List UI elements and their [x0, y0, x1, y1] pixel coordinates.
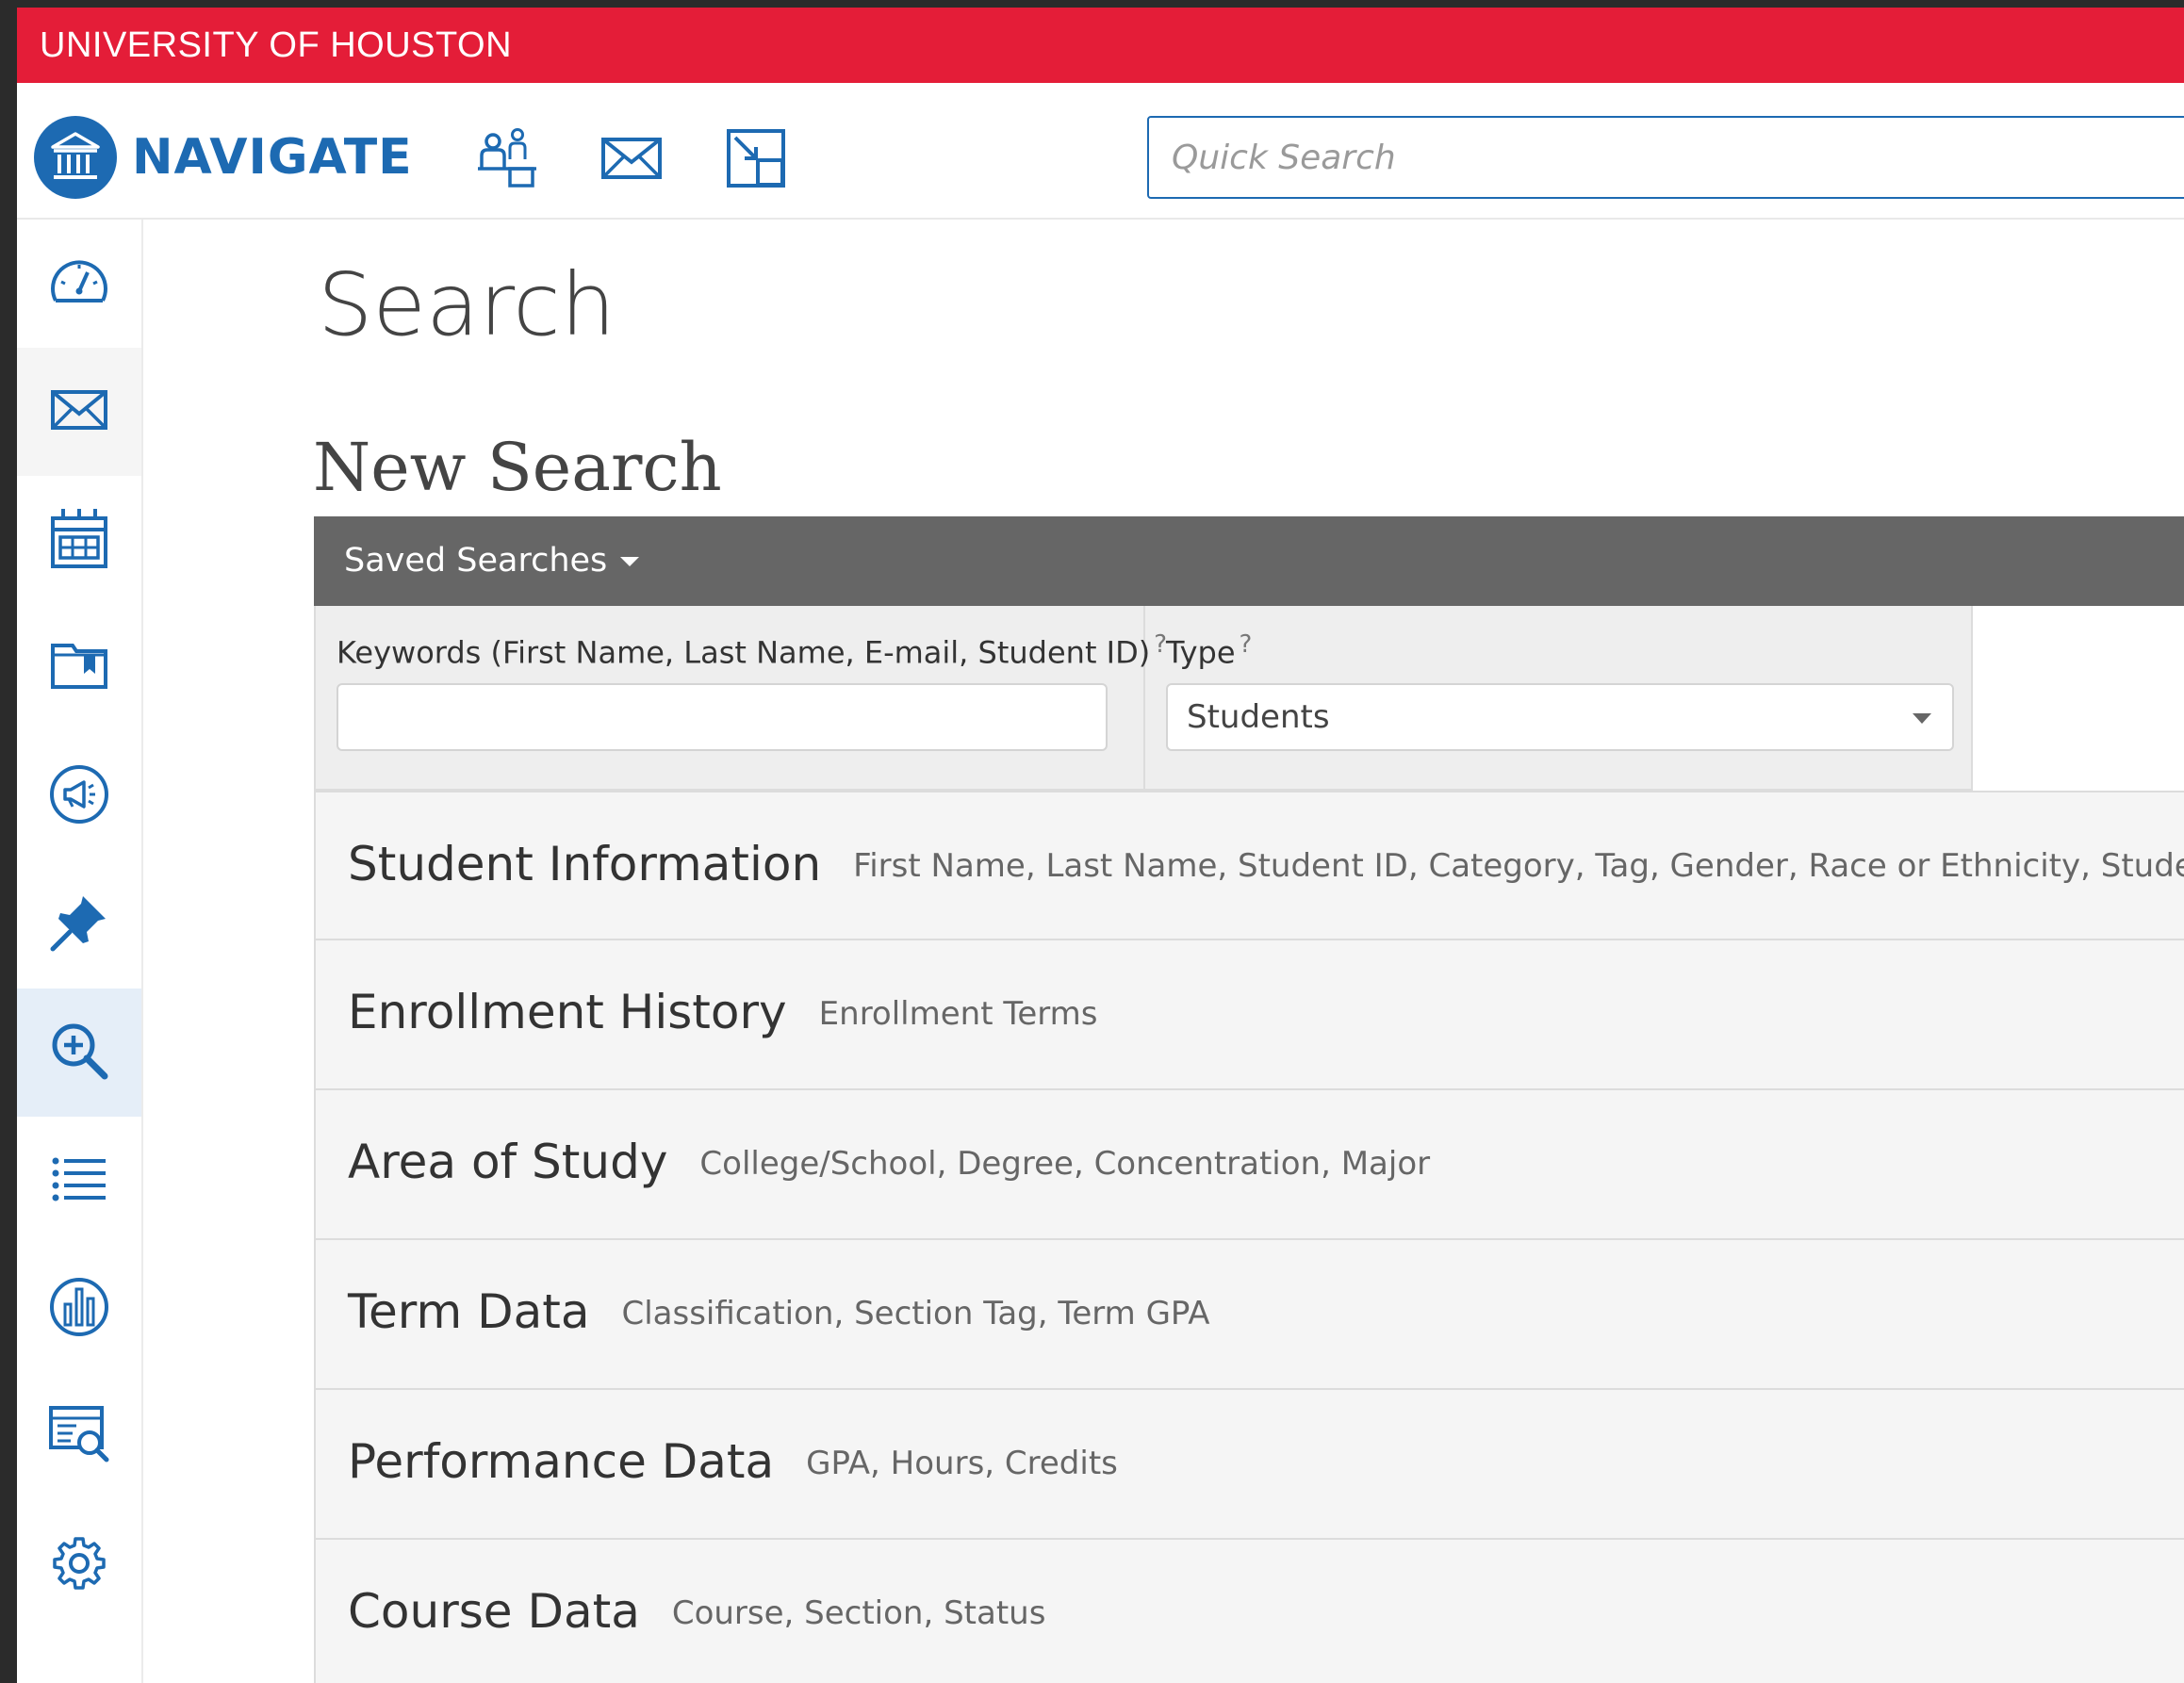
sidebar-item-reports[interactable]	[17, 1373, 141, 1501]
section-title: New Search	[313, 429, 722, 506]
university-name: UNIVERSITY OF HOUSTON	[40, 25, 513, 65]
chevron-down-icon	[1913, 713, 1931, 724]
analytics-icon	[48, 1276, 110, 1342]
main-content: Search New Search Saved Searches Keyword…	[143, 220, 2184, 1683]
type-filter: Type? Students	[1145, 606, 1971, 789]
sidebar-item-analytics[interactable]	[17, 1245, 141, 1373]
mail-icon	[50, 389, 108, 434]
navigate-logo-icon[interactable]	[34, 116, 117, 199]
accordion-course-data[interactable]: Course Data Course, Section, Status	[314, 1540, 2184, 1683]
accordion-term-data[interactable]: Term Data Classification, Section Tag, Te…	[314, 1240, 2184, 1390]
accordion-subtitle: Classification, Section Tag, Term GPA	[621, 1295, 1210, 1332]
type-select[interactable]: Students	[1166, 683, 1954, 751]
accordion-title-text: Student Information	[348, 837, 822, 891]
quick-search-input[interactable]	[1147, 116, 2184, 199]
sidebar-item-dashboard[interactable]	[17, 220, 141, 348]
staff-students-icon[interactable]	[469, 121, 545, 196]
accordion-title-text: Area of Study	[348, 1135, 668, 1189]
logo-text[interactable]: NAVIGATE	[132, 124, 413, 190]
accordion-title: Course Data Course, Section, Status	[348, 1583, 1045, 1642]
expand-window-icon[interactable]	[718, 121, 794, 196]
search-criteria-accordion: Student Information First Name, Last Name…	[314, 791, 2184, 1683]
accordion-subtitle: College/School, Degree, Concentration, M…	[699, 1145, 1431, 1183]
keywords-label: Keywords (First Name, Last Name, E-mail,…	[337, 630, 1167, 671]
university-bar: UNIVERSITY OF HOUSTON	[17, 8, 2184, 83]
sidebar-item-folders[interactable]	[17, 604, 141, 732]
type-label: Type?	[1166, 630, 1252, 671]
accordion-title-text: Performance Data	[348, 1434, 775, 1489]
accordion-subtitle: Enrollment Terms	[818, 995, 1098, 1033]
page-title: Search	[318, 254, 616, 355]
filter-panel: Keywords (First Name, Last Name, E-mail,…	[314, 606, 1973, 791]
dashboard-icon	[48, 253, 110, 314]
accordion-subtitle: First Name, Last Name, Student ID, Categ…	[853, 847, 2184, 885]
calendar-icon	[50, 507, 108, 573]
list-icon	[51, 1155, 107, 1206]
accordion-student-information[interactable]: Student Information First Name, Last Name…	[314, 791, 2184, 940]
accordion-subtitle: GPA, Hours, Credits	[806, 1445, 1118, 1482]
sidebar	[17, 220, 143, 1683]
app-window: UNIVERSITY OF HOUSTON NAVIGATE Quick Sea…	[17, 8, 2184, 1683]
keywords-filter: Keywords (First Name, Last Name, E-mail,…	[316, 606, 1167, 789]
type-help-icon[interactable]: ?	[1240, 630, 1253, 659]
mail-icon[interactable]	[594, 121, 669, 196]
sidebar-item-lists[interactable]	[17, 1117, 141, 1245]
gear-icon	[51, 1535, 107, 1595]
keywords-input[interactable]	[337, 683, 1108, 751]
accordion-title: Performance Data GPA, Hours, Credits	[348, 1433, 1118, 1492]
header: NAVIGATE	[17, 83, 2184, 220]
accordion-enrollment-history[interactable]: Enrollment History Enrollment Terms	[314, 940, 2184, 1090]
accordion-title: Enrollment History Enrollment Terms	[348, 984, 1097, 1042]
accordion-title: Student Information First Name, Last Name…	[348, 836, 2184, 894]
type-select-value: Students	[1187, 698, 1330, 736]
sidebar-item-pinned[interactable]	[17, 860, 141, 989]
accordion-title-text: Course Data	[348, 1584, 640, 1639]
accordion-title: Term Data Classification, Section Tag, Te…	[348, 1283, 1210, 1342]
pin-icon	[49, 892, 109, 956]
type-label-text: Type	[1166, 634, 1236, 671]
report-search-icon	[48, 1405, 110, 1469]
saved-searches-label: Saved Searches	[344, 542, 608, 580]
accordion-title-text: Enrollment History	[348, 985, 787, 1039]
search-zoom-icon	[50, 1021, 108, 1084]
accordion-title: Area of Study College/School, Degree, Con…	[348, 1134, 1430, 1192]
sidebar-item-search[interactable]	[17, 989, 141, 1117]
accordion-title-text: Term Data	[348, 1284, 590, 1339]
megaphone-icon	[48, 763, 110, 829]
keywords-label-text: Keywords (First Name, Last Name, E-mail,…	[337, 634, 1151, 671]
accordion-subtitle: Course, Section, Status	[671, 1594, 1046, 1632]
sidebar-item-calendar[interactable]	[17, 476, 141, 604]
accordion-area-of-study[interactable]: Area of Study College/School, Degree, Con…	[314, 1090, 2184, 1240]
sidebar-item-settings[interactable]	[17, 1501, 141, 1629]
accordion-performance-data[interactable]: Performance Data GPA, Hours, Credits	[314, 1390, 2184, 1540]
sidebar-item-campaigns[interactable]	[17, 732, 141, 860]
caret-down-icon	[620, 557, 640, 566]
saved-searches-dropdown[interactable]: Saved Searches	[314, 516, 2184, 606]
folder-icon	[50, 642, 108, 694]
sidebar-item-messages[interactable]	[17, 348, 141, 476]
